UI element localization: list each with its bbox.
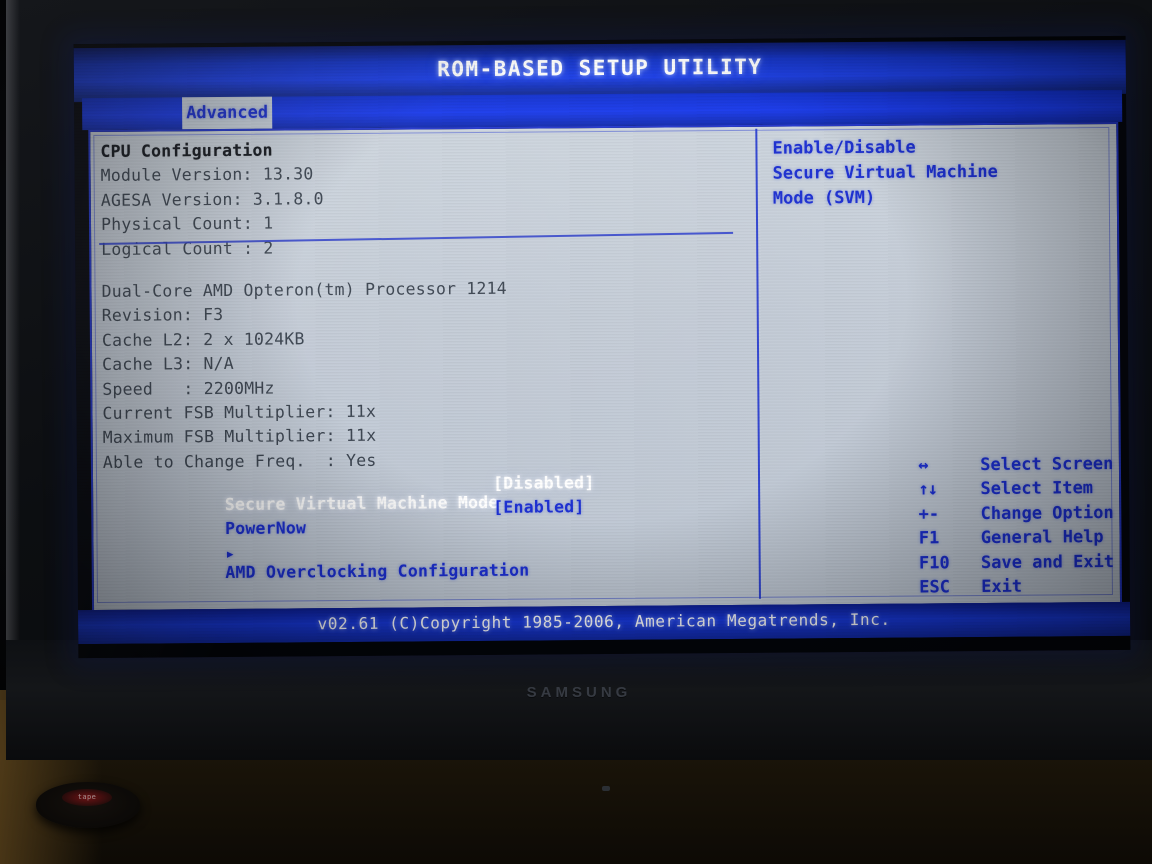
right-help-column: Enable/Disable Secure Virtual Machine Mo… bbox=[772, 134, 1114, 598]
key-action-save-and-exit: Save and Exit bbox=[980, 551, 1115, 573]
plus-minus-key-icon: +- bbox=[918, 504, 940, 525]
power-led-indicator bbox=[602, 786, 610, 791]
submenu-row-amd-overclocking-configuration[interactable]: ▸ AMD Overclocking Configuration bbox=[103, 521, 743, 582]
key-legend-list: ↔ Select Screen ↑↓ Select Item +- Change Op… bbox=[775, 434, 1114, 597]
left-right-arrow-icon: ↔ bbox=[918, 455, 928, 476]
up-down-arrow-icon: ↑↓ bbox=[918, 479, 937, 500]
f1-key-label: F1 bbox=[918, 528, 940, 549]
key-action-select-item: Select Item bbox=[980, 478, 1094, 500]
submenu-arrow-icon: ▸ bbox=[225, 543, 236, 563]
help-text-line-2: Secure Virtual Machine bbox=[772, 161, 998, 184]
tape-roll-label: tape bbox=[62, 789, 112, 806]
bios-screen: ROM-BASED SETUP UTILITY Advanced CPU Con… bbox=[73, 35, 1131, 659]
setting-value-powernow[interactable]: [Enabled] bbox=[493, 498, 584, 518]
submenu-label-amd-overclocking: AMD Overclocking Configuration bbox=[225, 560, 530, 582]
f10-key-label: F10 bbox=[918, 552, 950, 574]
key-action-general-help: General Help bbox=[980, 527, 1104, 549]
key-action-select-screen: Select Screen bbox=[980, 453, 1114, 476]
left-settings-column: CPU Configuration Module Version: 13.30 … bbox=[100, 137, 743, 582]
help-text-line-3: Mode (SVM) bbox=[772, 187, 876, 209]
key-action-exit: Exit bbox=[981, 576, 1023, 597]
tab-advanced[interactable]: Advanced bbox=[182, 96, 273, 130]
key-action-change-option: Change Option bbox=[980, 502, 1114, 524]
monitor: SAMSUNG ROM-BASED SETUP UTILITY Advanced bbox=[6, 0, 1152, 791]
help-text-line-1: Enable/Disable bbox=[772, 137, 916, 159]
key-legend-row-select-screen: ↔ Select Screen bbox=[775, 434, 1113, 476]
setting-value-svm[interactable]: [Disabled] bbox=[493, 473, 594, 493]
esc-key-label: ESC bbox=[919, 577, 950, 598]
monitor-brand-logo: SAMSUNG bbox=[526, 684, 632, 701]
photo-scene: tape SAMSUNG ROM-BASED SETUP UTILITY Adv… bbox=[0, 0, 1152, 864]
